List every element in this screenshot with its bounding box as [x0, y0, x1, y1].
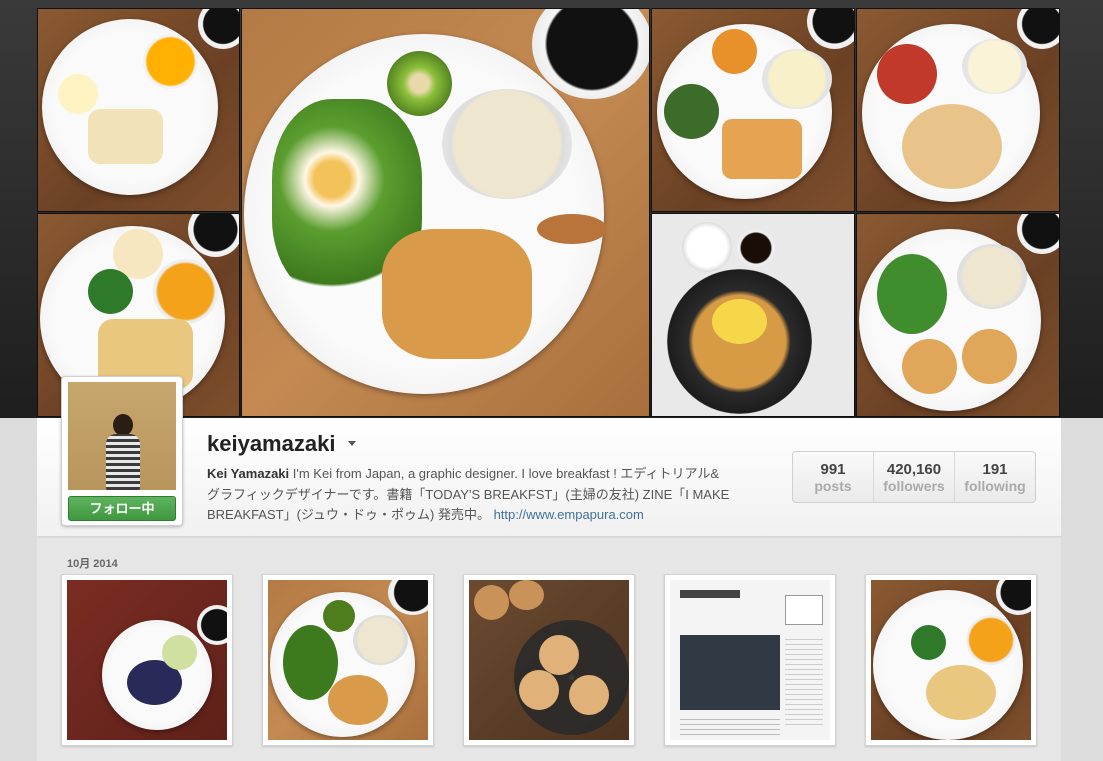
feed-photo[interactable] — [61, 574, 233, 746]
bio-line: I'm Kei from Japan, a graphic designer. … — [289, 466, 720, 481]
profile-username: keiyamazaki — [207, 431, 336, 456]
featured-photo[interactable] — [651, 8, 855, 212]
bio-line: グラフィックデザイナーです。書籍「TODAY'S BREAKFST」(主婦の友社… — [207, 486, 730, 502]
featured-photo[interactable] — [651, 213, 855, 417]
feed-photo[interactable] — [463, 574, 635, 746]
feed-photo[interactable] — [664, 574, 836, 746]
profile-full-name: Kei Yamazaki — [207, 466, 290, 481]
stat-followers[interactable]: 420,160 followers — [874, 452, 955, 502]
feed-photo[interactable] — [262, 574, 434, 746]
month-label: 10月 2014 — [67, 558, 118, 570]
bio-line: BREAKFAST」(ジュウ・ドゥ・ポゥム) 発売中。 — [207, 507, 490, 522]
stat-label: posts — [814, 478, 852, 494]
featured-photo[interactable] — [37, 8, 240, 212]
stat-posts[interactable]: 991 posts — [793, 452, 874, 502]
stat-label: following — [964, 478, 1026, 494]
featured-photo[interactable] — [241, 8, 650, 417]
stat-value: 991 — [820, 461, 846, 478]
featured-photo[interactable] — [856, 8, 1060, 212]
stat-label: followers — [883, 478, 945, 494]
stat-following[interactable]: 191 following — [955, 452, 1035, 502]
profile-stats: 991 posts 420,160 followers 191 followin… — [792, 451, 1036, 503]
profile-bio: Kei Yamazaki I'm Kei from Japan, a graph… — [207, 464, 767, 526]
avatar[interactable] — [68, 382, 176, 490]
caret-down-icon[interactable] — [348, 441, 356, 446]
follow-button[interactable]: フォロー中 — [68, 496, 176, 521]
featured-photo-grid — [37, 8, 1061, 418]
profile-website-link[interactable]: http://www.empapura.com — [494, 507, 644, 522]
feed-photo[interactable] — [865, 574, 1037, 746]
stat-value: 420,160 — [886, 461, 942, 478]
featured-photo[interactable] — [856, 213, 1060, 417]
stat-value: 191 — [982, 461, 1008, 478]
profile-avatar-card: フォロー中 — [61, 376, 183, 526]
